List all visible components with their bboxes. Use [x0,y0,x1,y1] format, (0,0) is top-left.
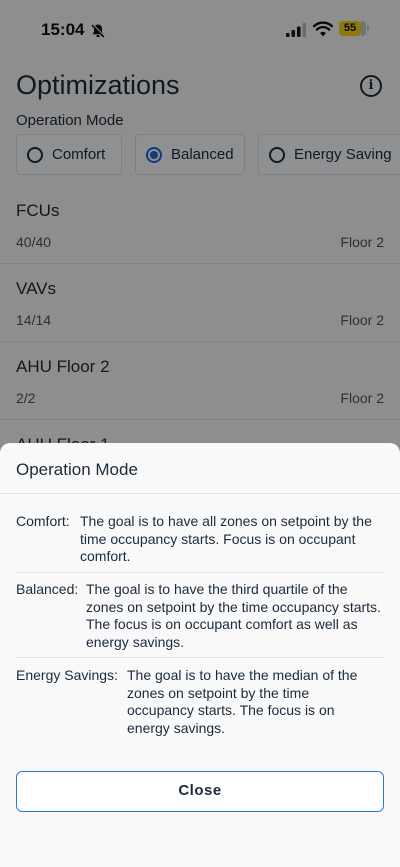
divider [16,572,384,573]
divider [16,657,384,658]
description-term: Balanced: [16,581,79,597]
operation-mode-sheet: Operation Mode Comfort: The goal is to h… [0,443,400,867]
divider [0,493,400,494]
comfort-description: Comfort: The goal is to have all zones o… [16,513,384,566]
balanced-description: Balanced: The goal is to have the third … [16,581,384,651]
energy-savings-description: Energy Savings: The goal is to have the … [16,667,384,737]
description-text: The goal is to have the median of the zo… [127,667,358,736]
description-term: Comfort: [16,513,70,529]
description-term: Energy Savings: [16,667,118,683]
description-text: The goal is to have the third quartile o… [86,581,381,650]
sheet-title: Operation Mode [16,460,138,479]
close-button[interactable]: Close [16,771,384,812]
description-text: The goal is to have all zones on setpoin… [80,513,372,564]
